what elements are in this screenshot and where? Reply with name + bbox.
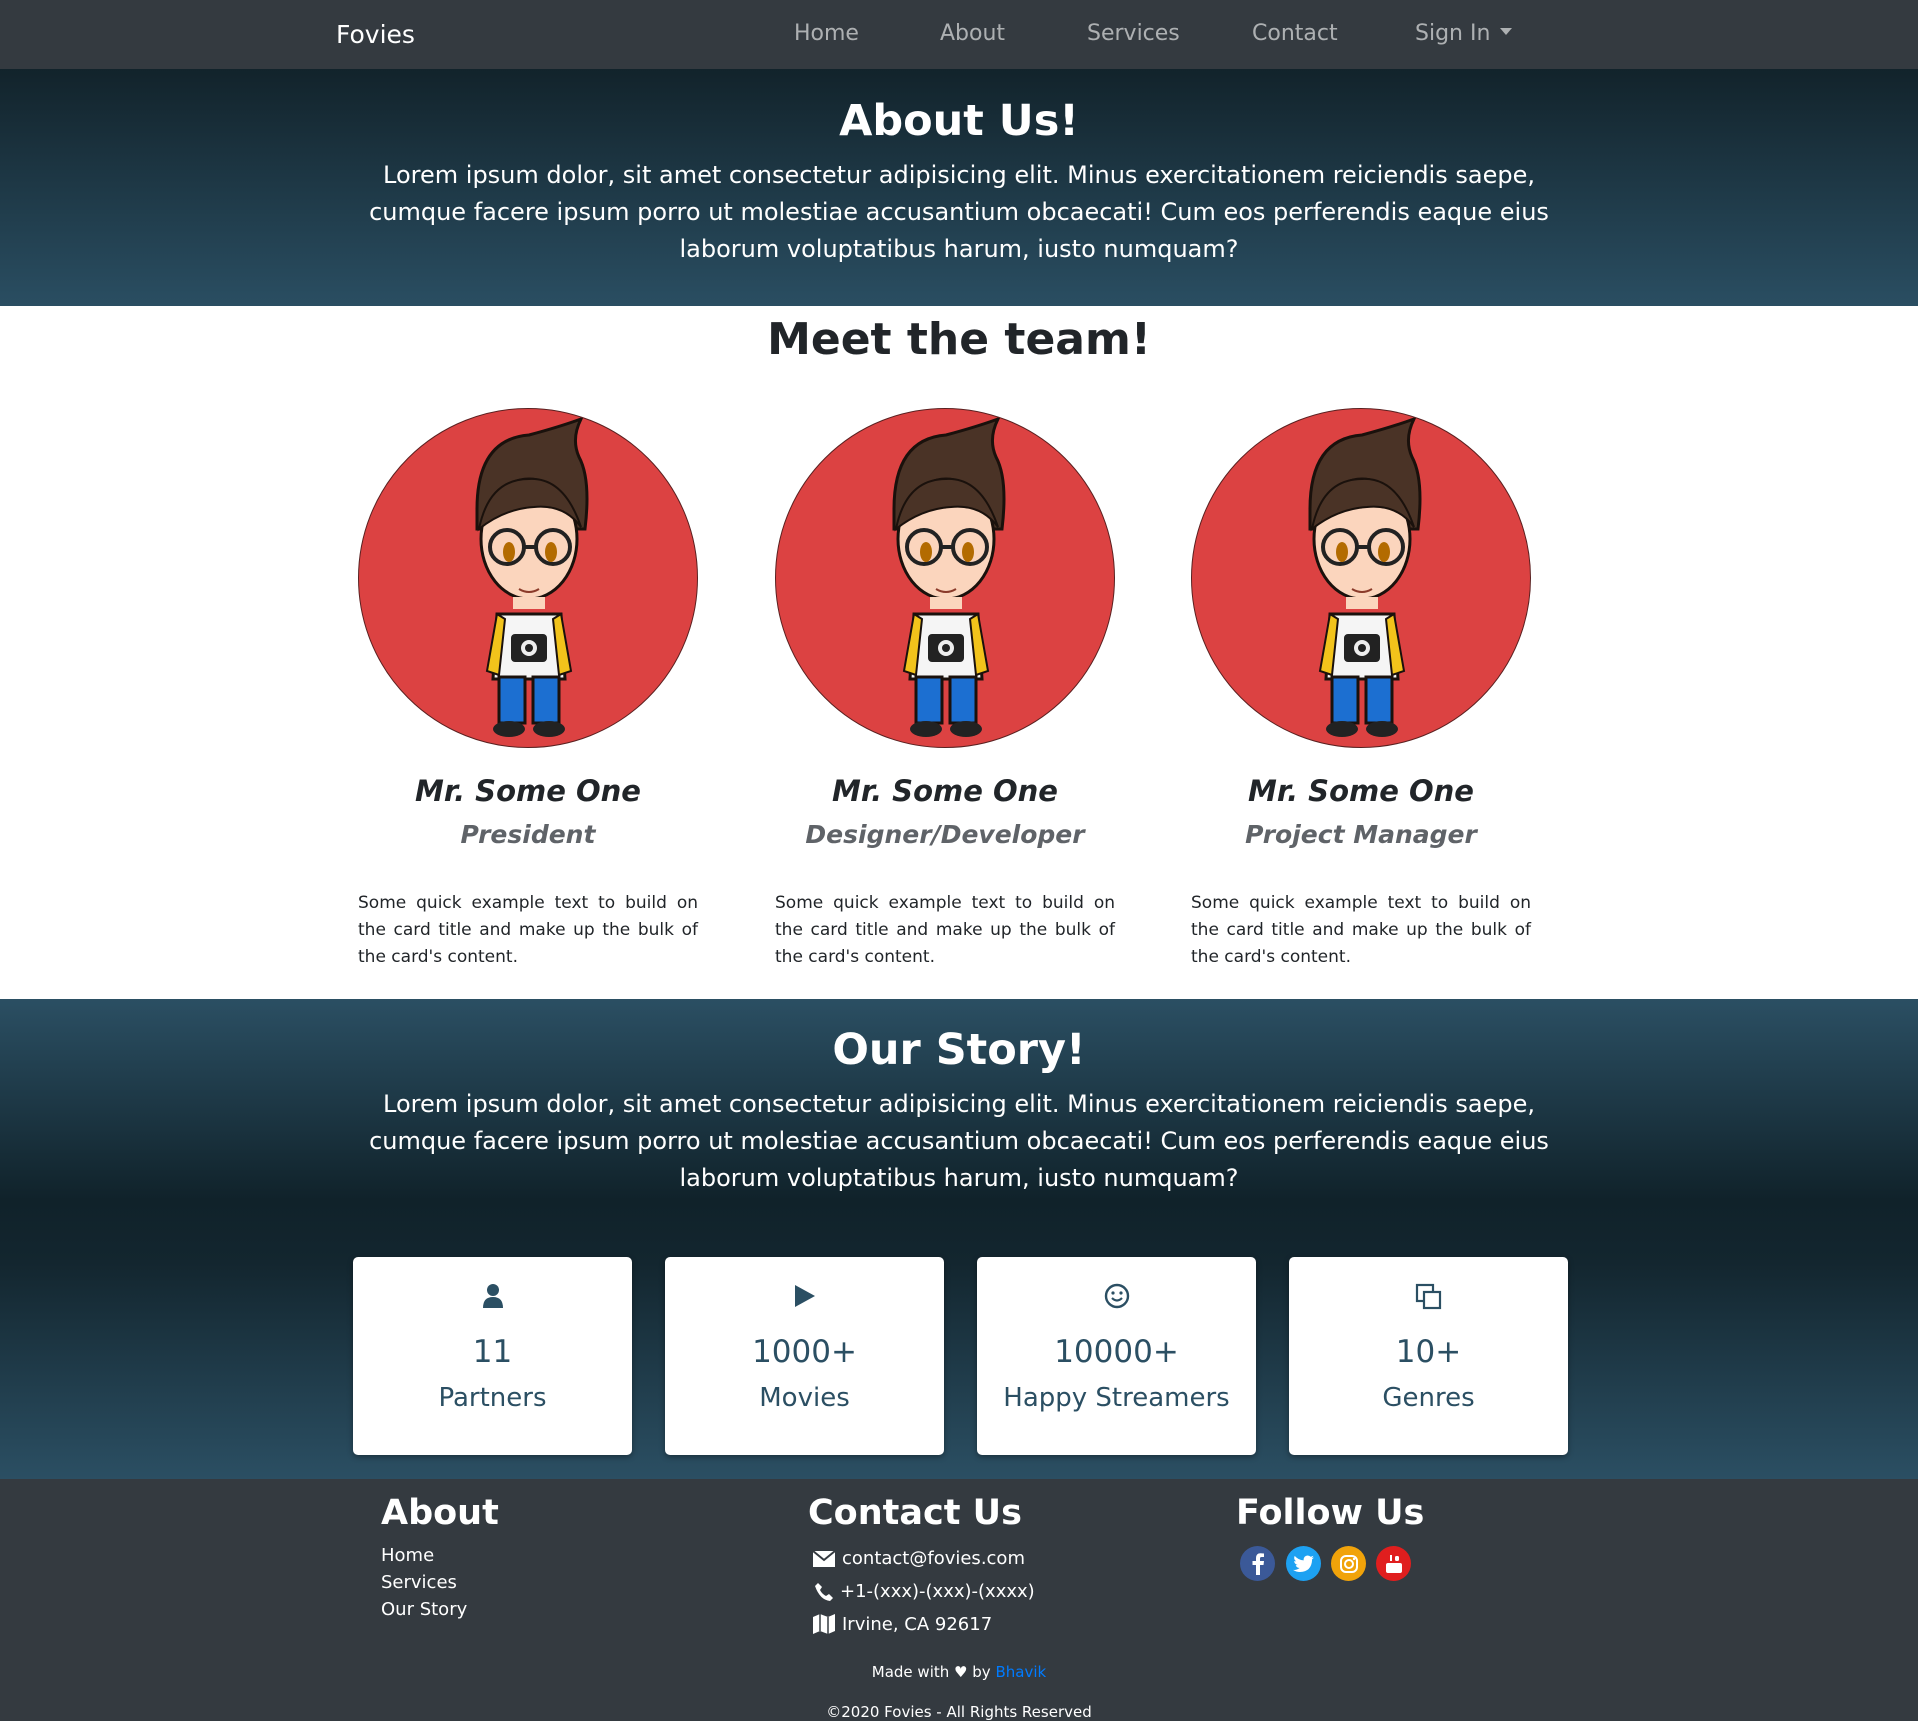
contact-email-text: contact@fovies.com (842, 1548, 1025, 1569)
member-avatar (1191, 408, 1531, 748)
nav-sign-in-dropdown[interactable]: Sign In (1415, 21, 1513, 46)
map-icon (813, 1614, 835, 1634)
member-name: Mr. Some One (1248, 774, 1474, 808)
nav-home[interactable]: Home (794, 21, 859, 46)
cartoon-person-icon (475, 416, 589, 737)
member-description: Some quick example text to build on the … (1191, 893, 1531, 967)
made-with-credit: Made with ♥ by Bhavik (0, 1663, 1918, 1681)
facebook-icon[interactable] (1240, 1546, 1275, 1581)
contact-phone: +1-(xxx)-(xxx)-(xxxx) (814, 1581, 1035, 1602)
made-with-by: by (972, 1663, 991, 1681)
footer: About Home Services Our Story Contact Us… (0, 1479, 1918, 1721)
play-icon (665, 1283, 944, 1311)
navbar: Fovies Home About Services Contact Sign … (0, 0, 1918, 69)
member-name: Mr. Some One (415, 774, 641, 808)
youtube-icon[interactable] (1376, 1546, 1411, 1581)
stat-value: 11 (472, 1334, 513, 1370)
member-role: Project Manager (1245, 820, 1477, 849)
footer-link-services[interactable]: Services (381, 1572, 457, 1593)
footer-about-title: About (381, 1493, 499, 1533)
member-role: President (460, 820, 596, 849)
story-title: Our Story! (832, 1025, 1086, 1075)
footer-link-our-story[interactable]: Our Story (381, 1599, 467, 1620)
stat-card-movies: 1000+ Movies (665, 1257, 944, 1455)
author-link[interactable]: Bhavik (995, 1663, 1046, 1681)
stat-label: Happy Streamers (1003, 1383, 1230, 1413)
cartoon-person-icon (1308, 416, 1422, 737)
copyright: ©2020 Fovies - All Rights Reserved (826, 1703, 1092, 1721)
smile-icon (977, 1283, 1256, 1311)
nav-services[interactable]: Services (1087, 21, 1180, 46)
contact-phone-text: +1-(xxx)-(xxx)-(xxxx) (840, 1581, 1035, 1602)
nav-about[interactable]: About (940, 21, 1005, 46)
brand-logo[interactable]: Fovies (336, 20, 415, 49)
member-description: Some quick example text to build on the … (775, 893, 1115, 967)
stat-label: Movies (759, 1383, 850, 1413)
contact-email[interactable]: contact@fovies.com (812, 1548, 1025, 1569)
twitter-icon[interactable] (1286, 1546, 1321, 1581)
cartoon-person-icon (892, 416, 1006, 737)
member-role: Designer/Developer (805, 820, 1085, 849)
team-title: Meet the team! (767, 314, 1151, 365)
made-with-prefix: Made with (871, 1663, 950, 1681)
stat-card-streamers: 10000+ Happy Streamers (977, 1257, 1256, 1455)
member-avatar (775, 408, 1115, 748)
story-section: Our Story! Lorem ipsum dolor, sit amet c… (0, 999, 1918, 1479)
stat-card-partners: 11 Partners (353, 1257, 632, 1455)
footer-link-home[interactable]: Home (381, 1545, 434, 1566)
footer-contact-title: Contact Us (808, 1493, 1022, 1533)
about-section: About Us! Lorem ipsum dolor, sit amet co… (0, 69, 1918, 306)
stat-value: 10000+ (1054, 1334, 1179, 1370)
member-name: Mr. Some One (832, 774, 1058, 808)
member-avatar (358, 408, 698, 748)
member-description: Some quick example text to build on the … (358, 893, 698, 967)
instagram-icon[interactable] (1331, 1546, 1366, 1581)
contact-address: Irvine, CA 92617 (812, 1613, 992, 1635)
story-text: Lorem ipsum dolor, sit amet consectetur … (369, 1090, 1549, 1192)
stat-value: 1000+ (752, 1334, 857, 1370)
stat-value: 10+ (1395, 1334, 1462, 1370)
copy-icon (1289, 1283, 1568, 1311)
about-title: About Us! (839, 96, 1079, 146)
stat-label: Genres (1382, 1383, 1475, 1413)
heart-icon: ♥ (954, 1663, 968, 1681)
phone-icon (815, 1582, 833, 1601)
nav-sign-in-label: Sign In (1415, 21, 1491, 46)
about-text: Lorem ipsum dolor, sit amet consectetur … (369, 161, 1549, 263)
envelope-icon (812, 1549, 836, 1567)
nav-contact[interactable]: Contact (1252, 21, 1338, 46)
caret-down-icon (1500, 28, 1513, 35)
stat-card-genres: 10+ Genres (1289, 1257, 1568, 1455)
footer-follow-title: Follow Us (1236, 1493, 1425, 1533)
contact-address-text: Irvine, CA 92617 (842, 1613, 993, 1635)
stat-label: Partners (438, 1383, 547, 1413)
user-icon (353, 1283, 632, 1311)
